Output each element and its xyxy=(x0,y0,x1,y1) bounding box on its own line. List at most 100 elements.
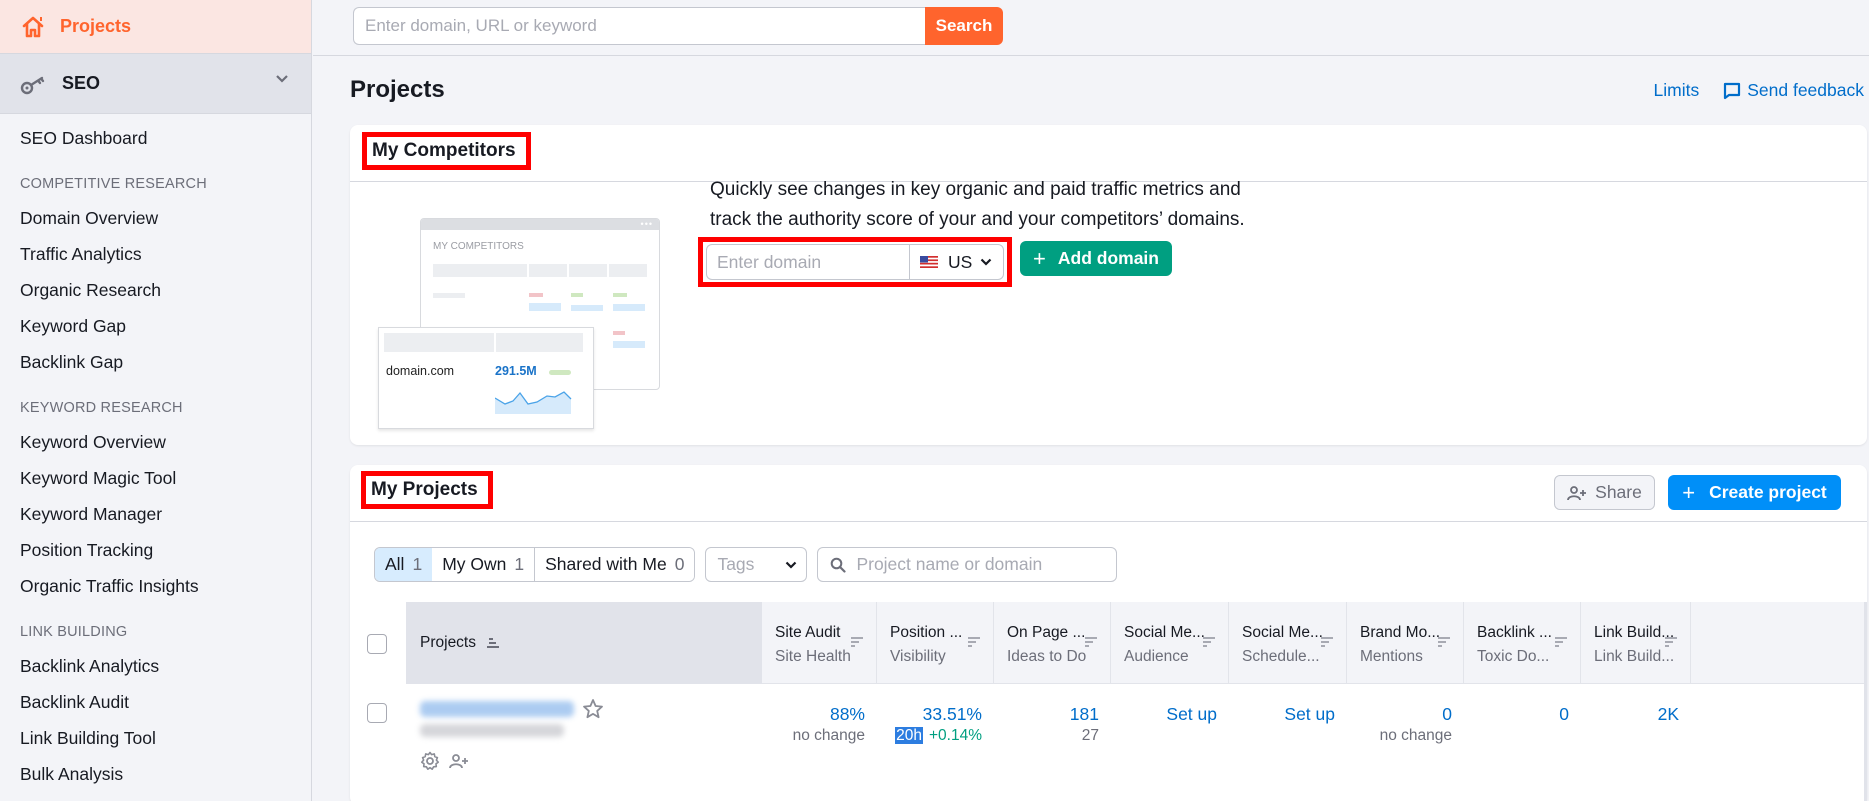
filter-my-own[interactable]: My Own 1 xyxy=(432,548,536,581)
column-header[interactable]: On Page ... Ideas to Do xyxy=(994,602,1111,684)
column-header[interactable]: Position ... Visibility xyxy=(877,602,994,684)
header-select-cell xyxy=(350,602,406,684)
add-user-icon xyxy=(1567,485,1587,500)
cell-value[interactable]: 33.51% xyxy=(877,703,982,725)
global-search-input[interactable] xyxy=(353,7,925,45)
plus-icon: + xyxy=(1033,245,1046,271)
illustration-window-title: MY COMPETITORS xyxy=(433,241,524,252)
column-header[interactable]: Site Audit Site Health xyxy=(762,602,877,684)
sidebar-item-keyword-magic-tool[interactable]: Keyword Magic Tool xyxy=(0,460,311,496)
window-dots-icon: ••• xyxy=(640,219,653,229)
limits-link[interactable]: Limits xyxy=(1654,80,1700,101)
sort-icon[interactable] xyxy=(1320,632,1334,656)
competitor-domain-input[interactable] xyxy=(706,244,909,280)
sort-icon[interactable] xyxy=(1202,632,1216,656)
sidebar-item-domain-overview[interactable]: Domain Overview xyxy=(0,200,311,236)
sidebar-projects[interactable]: Projects xyxy=(0,0,311,54)
add-user-icon[interactable] xyxy=(449,753,469,769)
gear-icon[interactable] xyxy=(420,751,440,771)
sidebar-item-backlink-analytics[interactable]: Backlink Analytics xyxy=(0,648,311,684)
competitors-illustration: ••• MY COMPETITORS domain.com 291.5M xyxy=(378,205,668,430)
sort-icon[interactable] xyxy=(1084,632,1098,656)
table-body: 88% no change 33.51% 20h +0.14% 181 27 Set up Se… xyxy=(350,684,1867,794)
sidebar-item-link-building-tool[interactable]: Link Building Tool xyxy=(0,720,311,756)
cell-value[interactable]: 2K xyxy=(1581,703,1679,725)
cell-value[interactable]: Set up xyxy=(1229,703,1335,725)
cell-subvalue: no change xyxy=(1379,727,1452,744)
sidebar-projects-label: Projects xyxy=(60,16,132,36)
sidebar-item-seo-dashboard[interactable]: SEO Dashboard xyxy=(0,120,311,156)
country-select[interactable]: US xyxy=(909,244,1004,280)
page-title: Projects xyxy=(350,76,445,103)
us-flag-icon xyxy=(920,256,938,268)
my-competitors-title: My Competitors xyxy=(362,132,531,170)
project-name-redacted[interactable] xyxy=(420,701,574,717)
column-header[interactable]: Backlink ... Toxic Do... xyxy=(1464,602,1581,684)
select-all-checkbox[interactable] xyxy=(367,634,387,654)
column-projects[interactable]: Projects xyxy=(406,602,762,684)
add-domain-button[interactable]: + Add domain xyxy=(1020,241,1172,276)
search-button[interactable]: Search xyxy=(925,7,1003,45)
add-competitor-form: US xyxy=(698,237,1012,287)
sidebar-section-title: COMPETITIVE RESEARCH xyxy=(20,176,207,192)
share-button[interactable]: Share xyxy=(1554,475,1655,510)
star-icon[interactable] xyxy=(582,698,604,720)
illustration-front-card: domain.com 291.5M xyxy=(378,327,594,429)
filter-label: Shared with Me xyxy=(545,554,667,574)
filter-label: All xyxy=(385,554,405,574)
cell-value[interactable]: 0 xyxy=(1347,703,1452,725)
tags-select[interactable]: Tags xyxy=(705,547,808,582)
sort-icon[interactable] xyxy=(1437,632,1451,656)
update-time-badge: 20h xyxy=(895,727,923,744)
filter-shared-with-me[interactable]: Shared with Me 0 xyxy=(535,548,695,581)
sidebar-item-position-tracking[interactable]: Position Tracking xyxy=(0,532,311,568)
illustration-domain: domain.com xyxy=(386,364,455,378)
cell-value[interactable]: Set up xyxy=(1111,703,1217,725)
column-header[interactable]: Social Me... Schedule... xyxy=(1229,602,1347,684)
cell-subvalue: 27 xyxy=(1081,727,1099,744)
cell-value[interactable]: 0 xyxy=(1464,703,1569,725)
table-scrollbar[interactable] xyxy=(1864,602,1867,801)
my-projects-card: My Projects Share + Create project All 1 M… xyxy=(350,465,1867,801)
filter-all[interactable]: All 1 xyxy=(375,548,434,581)
sidebar: Projects SEO SEO Dashboard COMPETITIVE R… xyxy=(0,0,312,801)
sidebar-item-organic-traffic-insights[interactable]: Organic Traffic Insights xyxy=(0,568,311,604)
sort-icon[interactable] xyxy=(1664,632,1678,656)
sidebar-item-keyword-gap[interactable]: Keyword Gap xyxy=(0,308,311,344)
sidebar-item-keyword-manager[interactable]: Keyword Manager xyxy=(0,496,311,532)
column-header[interactable]: Brand Mo... Mentions xyxy=(1347,602,1464,684)
sparkline-icon xyxy=(495,391,572,414)
header-links: Limits Send feedback xyxy=(1654,80,1864,101)
table-row: 88% no change 33.51% 20h +0.14% 181 27 Set up Se… xyxy=(350,684,1867,794)
sidebar-item-keyword-overview[interactable]: Keyword Overview xyxy=(0,424,311,460)
competitors-description: Quickly see changes in key organic and p… xyxy=(710,179,1245,230)
sidebar-item-bulk-analysis[interactable]: Bulk Analysis xyxy=(0,756,311,792)
sidebar-seo-toggle[interactable]: SEO xyxy=(0,54,311,114)
row-checkbox[interactable] xyxy=(367,703,387,723)
my-competitors-header: My Competitors xyxy=(350,125,1867,182)
sort-icon[interactable] xyxy=(850,632,864,656)
sidebar-item-backlink-audit[interactable]: Backlink Audit xyxy=(0,684,311,720)
column-projects-label: Projects xyxy=(420,634,476,651)
chevron-down-icon xyxy=(981,258,992,266)
projects-table: Projects Site Audit Site Health Position… xyxy=(350,602,1867,794)
project-search-input[interactable] xyxy=(856,554,1097,575)
sidebar-item-organic-research[interactable]: Organic Research xyxy=(0,272,311,308)
column-header[interactable]: Link Build... Link Build... xyxy=(1581,602,1691,684)
filter-count: 1 xyxy=(412,554,423,574)
table-cell: Set up xyxy=(1111,703,1217,725)
sidebar-item-traffic-analytics[interactable]: Traffic Analytics xyxy=(0,236,311,272)
column-header[interactable]: Social Me... Audience xyxy=(1111,602,1229,684)
sort-icon[interactable] xyxy=(967,632,981,656)
cell-value[interactable]: 181 xyxy=(994,703,1099,725)
cell-value[interactable]: 88% xyxy=(762,703,865,725)
create-project-button[interactable]: + Create project xyxy=(1668,475,1841,510)
country-value: US xyxy=(948,251,973,272)
sort-icon[interactable] xyxy=(1554,632,1568,656)
filter-count: 1 xyxy=(514,554,525,574)
plus-icon: + xyxy=(1682,479,1696,505)
table-cell: 181 27 xyxy=(994,703,1099,747)
sidebar-section-title: LINK BUILDING xyxy=(20,624,128,640)
sidebar-item-backlink-gap[interactable]: Backlink Gap xyxy=(0,344,311,380)
send-feedback-link[interactable]: Send feedback xyxy=(1723,80,1864,101)
